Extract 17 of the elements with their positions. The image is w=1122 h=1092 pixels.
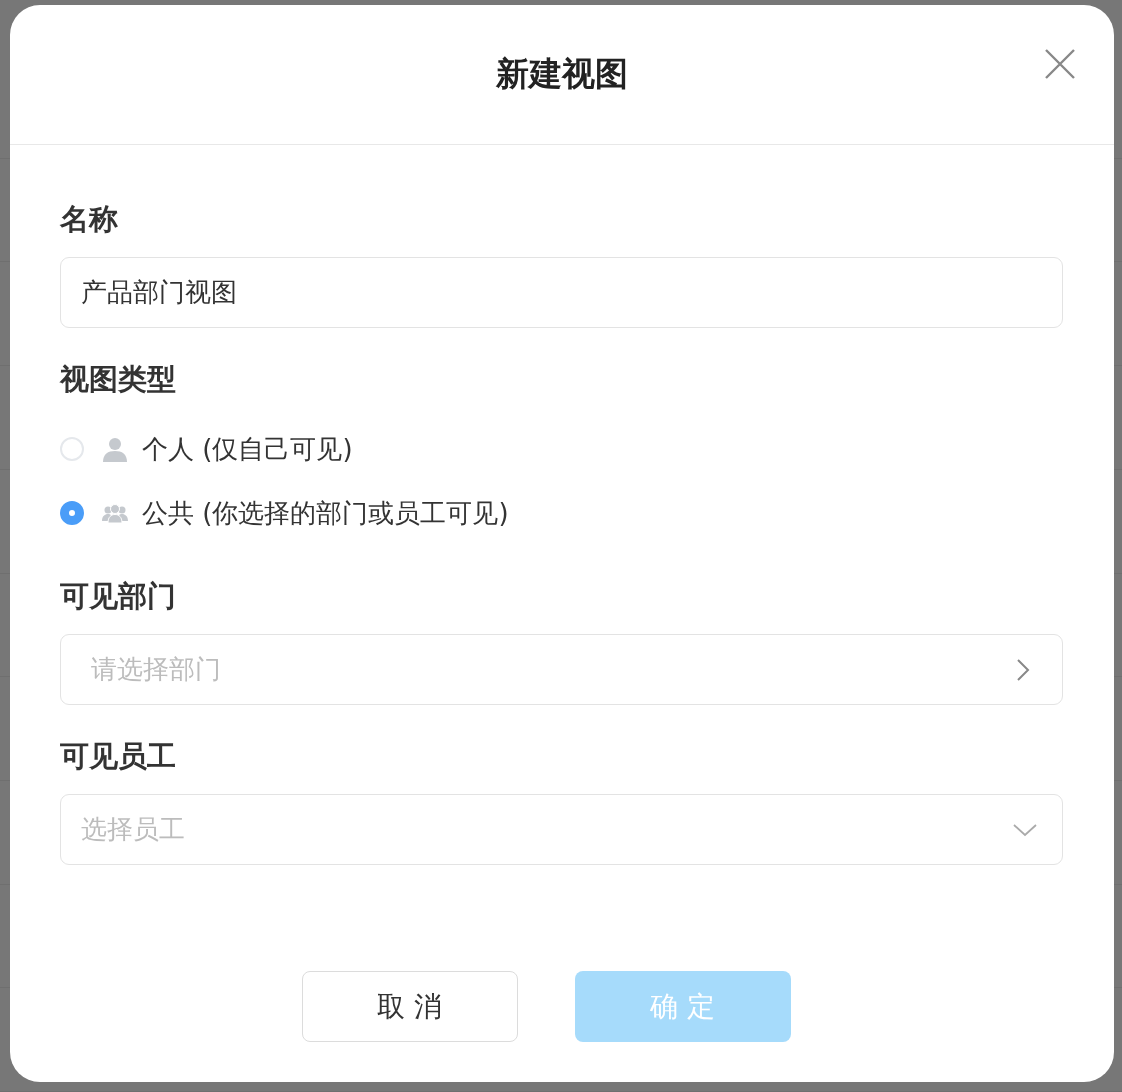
dialog-title: 新建视图 bbox=[496, 53, 628, 95]
radio-label: 个人 (仅自己可见) bbox=[142, 432, 353, 466]
close-icon[interactable] bbox=[1044, 48, 1076, 80]
field-label: 视图类型 bbox=[60, 361, 177, 397]
radio-button[interactable] bbox=[60, 501, 84, 525]
person-icon bbox=[102, 436, 128, 462]
employee-select[interactable]: 选择员工 bbox=[60, 794, 1063, 865]
field-label: 可见部门 bbox=[60, 578, 177, 614]
department-select[interactable]: 请选择部门 bbox=[60, 634, 1063, 705]
radio-label: 公共 (你选择的部门或员工可见) bbox=[142, 496, 509, 530]
name-input[interactable]: 产品部门视图 bbox=[60, 257, 1063, 328]
field-label: 可见员工 bbox=[60, 738, 177, 774]
group-icon bbox=[102, 503, 128, 523]
chevron-down-icon bbox=[1012, 822, 1038, 837]
chevron-right-icon bbox=[1016, 657, 1030, 682]
field-label: 名称 bbox=[60, 201, 119, 237]
cancel-button[interactable]: 取 消 bbox=[301, 971, 518, 1042]
